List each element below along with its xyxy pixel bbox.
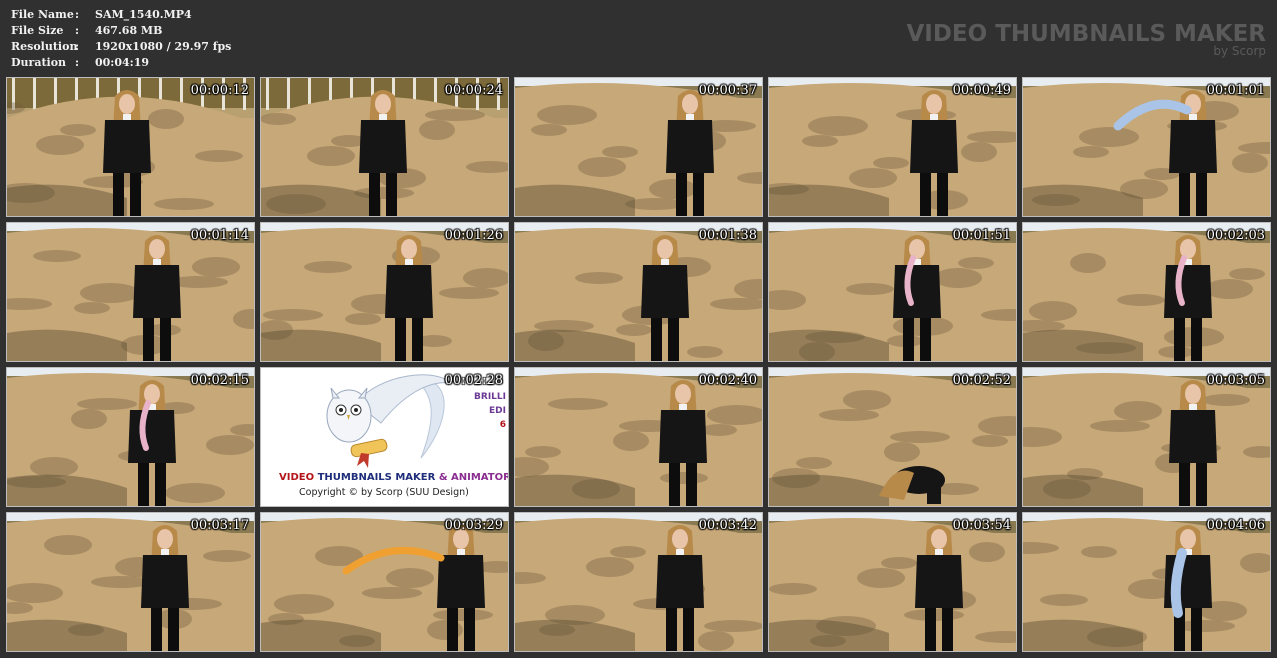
video-frame-image — [515, 513, 762, 651]
thumbnail-timestamp: 00:02:03 — [1206, 228, 1265, 243]
video-frame-image — [769, 78, 1016, 216]
thumbnail-timestamp: 00:01:38 — [698, 228, 757, 243]
resolution-value: 1920x1080 / 29.97 fps — [95, 40, 232, 53]
video-frame-image — [7, 223, 254, 361]
thumbnail-timestamp: 00:01:51 — [952, 228, 1011, 243]
logo-title-amp: & — [438, 472, 448, 483]
thumbnail-timestamp: 00:01:14 — [190, 228, 249, 243]
logo-title-animator: ANIMATOR — [451, 472, 509, 483]
video-thumbnail[interactable]: 00:01:14 — [6, 222, 255, 362]
thumbnail-timestamp: 00:00:37 — [698, 83, 757, 98]
file-name-value: SAM_1540.MP4 — [95, 8, 192, 21]
resolution-row: Resolution: 1920x1080 / 29.97 fps — [11, 39, 231, 55]
duration-row: Duration: 00:04:19 — [11, 55, 231, 71]
logo-title-video: VIDEO — [279, 472, 315, 483]
video-frame-image — [515, 368, 762, 506]
video-frame-image — [769, 368, 1016, 506]
video-thumbnail[interactable]: 00:01:38 — [514, 222, 763, 362]
video-frame-image — [261, 78, 508, 216]
duration-label: Duration — [11, 56, 67, 69]
duration-value: 00:04:19 — [95, 56, 150, 69]
video-thumbnail[interactable]: 00:03:29 — [260, 512, 509, 652]
file-size-row: File Size: 467.68 MB — [11, 23, 231, 39]
video-frame-image — [261, 223, 508, 361]
video-thumbnail[interactable]: 00:01:51 — [768, 222, 1017, 362]
thumbnail-timestamp: 00:02:15 — [190, 373, 249, 388]
video-thumbnail[interactable]: BRILLI EDI 6 VIDEO THUMBNAILS MAKER & AN… — [260, 367, 509, 507]
video-thumbnail[interactable]: 00:04:06 — [1022, 512, 1271, 652]
resolution-label: Resolution — [11, 40, 78, 53]
video-thumbnail[interactable]: 00:02:40 — [514, 367, 763, 507]
video-thumbnail[interactable]: 00:00:12 — [6, 77, 255, 217]
brand-title: VIDEO THUMBNAILS MAKER — [906, 21, 1266, 47]
logo-copyright: Copyright © by Scorp (SUU Design) — [299, 487, 469, 498]
video-thumbnail[interactable]: 00:02:52 — [768, 367, 1017, 507]
thumbnail-timestamp: 00:00:12 — [190, 83, 249, 98]
video-thumbnail[interactable]: 00:03:42 — [514, 512, 763, 652]
video-frame-image — [7, 513, 254, 651]
video-thumbnail[interactable]: 00:03:17 — [6, 512, 255, 652]
video-frame-image — [7, 78, 254, 216]
video-frame-image — [1023, 513, 1270, 651]
thumbnail-timestamp: 00:03:17 — [190, 518, 249, 533]
app-logo-panel: BRILLI EDI 6 VIDEO THUMBNAILS MAKER & AN… — [261, 368, 508, 506]
thumbnail-timestamp: 00:03:29 — [444, 518, 503, 533]
video-thumbnail[interactable]: 00:00:37 — [514, 77, 763, 217]
video-frame-image — [515, 223, 762, 361]
file-name-label: File Name — [11, 8, 74, 21]
thumbnail-timestamp: 00:04:06 — [1206, 518, 1265, 533]
thumbnail-timestamp: 00:00:49 — [952, 83, 1011, 98]
edition-label: BRILLI EDI 6 — [474, 390, 506, 432]
thumbnail-timestamp: 00:01:26 — [444, 228, 503, 243]
edition-line-1: BRILLI — [474, 392, 506, 402]
separator: : — [75, 24, 80, 37]
video-frame-image — [769, 223, 1016, 361]
thumbnail-timestamp: 00:03:42 — [698, 518, 757, 533]
separator: : — [75, 8, 80, 21]
brand-watermark: VIDEO THUMBNAILS MAKER by Scorp — [906, 19, 1266, 57]
separator: : — [75, 56, 80, 69]
thumbnail-timestamp: 00:00:24 — [444, 83, 503, 98]
thumbnail-timestamp: 00:02:40 — [698, 373, 757, 388]
owl-logo-icon — [326, 374, 453, 468]
edition-line-3: 6 — [499, 420, 506, 430]
file-size-label: File Size — [11, 24, 64, 37]
thumbnail-timestamp: 00:02:28 — [444, 373, 503, 388]
video-frame-image — [1023, 223, 1270, 361]
video-frame-image — [7, 368, 254, 506]
edition-line-2: EDI — [489, 406, 506, 416]
video-thumbnail[interactable]: 00:03:54 — [768, 512, 1017, 652]
thumbnail-timestamp: 00:03:54 — [952, 518, 1011, 533]
thumbnail-timestamp: 00:02:52 — [952, 373, 1011, 388]
video-frame-image — [261, 513, 508, 651]
thumbnail-timestamp: 00:03:05 — [1206, 373, 1265, 388]
file-name-row: File Name: SAM_1540.MP4 — [11, 7, 231, 23]
video-thumbnail[interactable]: 00:00:49 — [768, 77, 1017, 217]
video-thumbnail[interactable]: 00:00:24 — [260, 77, 509, 217]
video-thumbnail[interactable]: 00:02:03 — [1022, 222, 1271, 362]
file-info-panel: File Name: SAM_1540.MP4 File Size: 467.68 … — [11, 7, 231, 71]
video-frame-image — [515, 78, 762, 216]
video-thumbnail[interactable]: 00:02:15 — [6, 367, 255, 507]
video-thumbnail[interactable]: 00:01:26 — [260, 222, 509, 362]
logo-title-thumbnails: THUMBNAILS MAKER — [317, 472, 436, 483]
video-frame-image — [1023, 368, 1270, 506]
video-frame-image — [1023, 78, 1270, 216]
thumbnail-timestamp: 00:01:01 — [1206, 83, 1265, 98]
video-thumbnail[interactable]: 00:03:05 — [1022, 367, 1271, 507]
video-frame-image — [769, 513, 1016, 651]
logo-title: VIDEO THUMBNAILS MAKER & ANIMATOR — [279, 472, 509, 483]
file-size-value: 467.68 MB — [95, 24, 163, 37]
separator: : — [75, 40, 80, 53]
video-thumbnail[interactable]: 00:01:01 — [1022, 77, 1271, 217]
